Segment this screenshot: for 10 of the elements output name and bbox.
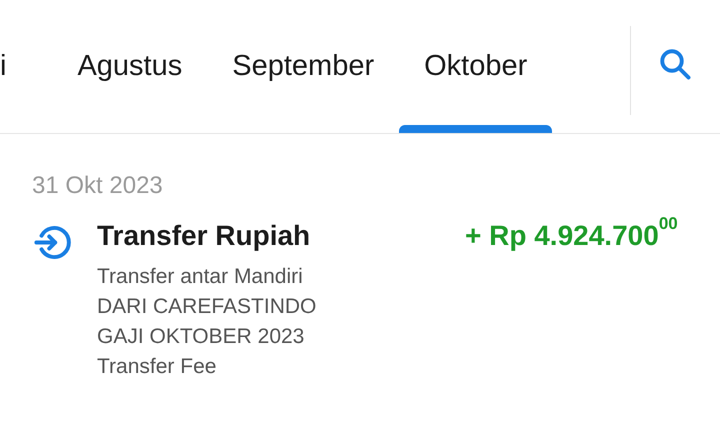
transaction-title: Transfer Rupiah xyxy=(97,220,312,252)
month-tab[interactable]: i xyxy=(0,0,52,133)
transaction-detail: Transfer Fee xyxy=(97,354,218,380)
transaction-detail: Transfer antar Mandiri xyxy=(97,264,304,290)
transaction-detail: GAJI OKTOBER 2023 xyxy=(97,324,306,350)
month-tab[interactable]: Agustus xyxy=(52,0,208,133)
transaction-date: 31 Okt 2023 xyxy=(32,172,164,200)
month-tab[interactable]: September xyxy=(207,0,400,133)
month-tab[interactable]: Oktober xyxy=(399,0,552,133)
transaction-detail: DARI CAREFASTINDO xyxy=(97,294,318,320)
